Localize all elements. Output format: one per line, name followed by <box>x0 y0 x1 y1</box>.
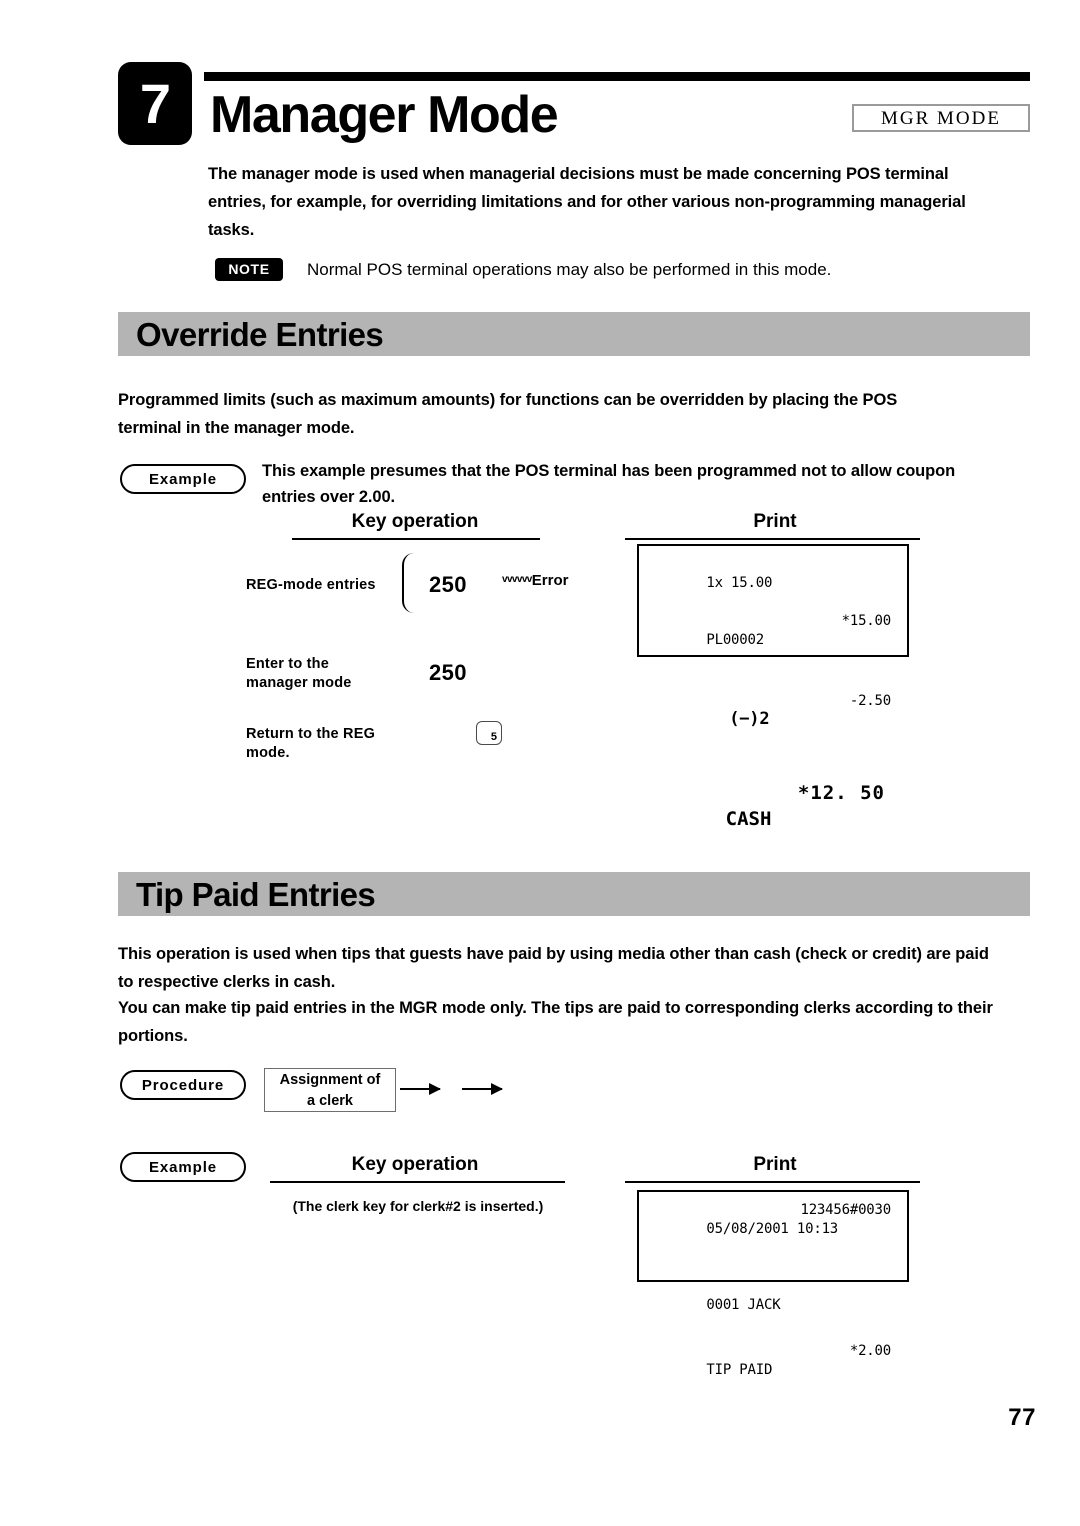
receipt-tip-paid-amount: *2.00 <box>849 1343 891 1359</box>
section-paragraph-tip-b: You can make tip paid entries in the MGR… <box>118 999 993 1045</box>
receipt-coupon-amount: -2.50 <box>849 693 891 709</box>
receipt-coupon-label: (−)2 <box>729 709 770 729</box>
column-header-print: Print <box>753 511 797 532</box>
example-description-override: This example presumes that the POS termi… <box>262 462 956 506</box>
mgr-mode-badge: MGR MODE <box>852 104 1030 132</box>
note-callout: NOTE Normal POS terminal operations may … <box>215 258 1015 284</box>
receipt-cash-label: CASH <box>725 808 772 830</box>
note-text: Normal POS terminal operations may also … <box>307 260 832 279</box>
chapter-number-badge: 7 <box>118 62 192 145</box>
note-tag: NOTE <box>215 258 283 281</box>
key-op-row-label-reg-mode: REG-mode entries <box>246 577 376 593</box>
section-paragraph-override: Programmed limits (such as maximum amoun… <box>118 391 898 437</box>
receipt-qty-text: 1x 15.00 <box>706 575 773 591</box>
page-title: Manager Mode <box>210 86 559 144</box>
arrow-right-icon <box>462 1083 503 1095</box>
receipt-line-datetime: 05/08/2001 10:13 123456#0030 <box>657 1201 891 1277</box>
column-header-key-operation: Key operation <box>351 511 479 532</box>
column-rule-print <box>625 538 920 540</box>
section-paragraph-tip-a: This operation is used when tips that gu… <box>118 945 989 991</box>
buzzer-icon: vvvvvv <box>502 574 532 585</box>
key-op-row-label-enter-manager: Enter to the manager mode <box>246 656 352 691</box>
page-number: 77 <box>1008 1404 1036 1431</box>
procedure-badge: Procedure <box>120 1070 246 1100</box>
example-badge-tip-paid: Example <box>120 1152 246 1182</box>
section-header-override-entries: Override Entries <box>118 312 1030 356</box>
receipt-transaction-id: 123456#0030 <box>800 1202 891 1218</box>
receipt-tip-paid-label: TIP PAID <box>706 1362 773 1378</box>
receipt-clerk: 0001 JACK <box>706 1297 781 1313</box>
chapter-rule <box>204 72 1030 81</box>
receipt-override-entries: 1x 15.00 PL00002 *15.00 (−)2 -2.50 CASH … <box>637 544 909 830</box>
receipt-line-clerk: 0001 JACK <box>657 1277 891 1334</box>
document-page: 7 Manager Mode MGR MODE The manager mode… <box>0 0 1080 1526</box>
intro-paragraph: The manager mode is used when managerial… <box>208 165 966 239</box>
example-badge-override: Example <box>120 464 246 494</box>
column-header-print: Print <box>753 1154 797 1175</box>
receipt-cash-amount: *12. 50 <box>797 782 885 804</box>
error-label: Error <box>531 572 569 589</box>
column-rule-key-operation <box>270 1181 565 1183</box>
error-indicator: vvvvvvError <box>502 572 568 590</box>
brace-bracket <box>402 553 416 613</box>
section-header-tip-paid-entries: Tip Paid Entries <box>118 872 1030 916</box>
receipt-line-cash: CASH *12. 50 <box>657 780 891 884</box>
procedure-step-assignment-of-clerk: Assignment of a clerk <box>264 1068 396 1112</box>
receipt-tip-paid: 05/08/2001 10:13 123456#0030 0001 JACK T… <box>637 1190 909 1378</box>
arrow-right-icon <box>400 1083 441 1095</box>
key-op-row-label-return-reg: Return to the REG mode. <box>246 726 376 761</box>
receipt-plu-label: PL00002 <box>706 632 764 648</box>
chapter-header: 7 Manager Mode MGR MODE <box>118 62 1030 154</box>
receipt-line-coupon: (−)2 -2.50 <box>657 688 891 772</box>
section-title: Tip Paid Entries <box>136 876 376 913</box>
key-op-value-enter-manager: 250 <box>429 660 467 685</box>
receipt-line-qty: 1x 15.00 <box>657 555 891 612</box>
receipt-datetime: 05/08/2001 10:13 <box>706 1221 839 1237</box>
column-header-key-operation: Key operation <box>351 1154 479 1175</box>
section-title: Override Entries <box>136 316 384 353</box>
column-rule-key-operation <box>292 538 540 540</box>
mode-key-5: 5 <box>476 721 502 745</box>
receipt-plu-amount: *15.00 <box>841 613 892 629</box>
receipt-line-tip-paid: TIP PAID *2.00 <box>657 1342 891 1418</box>
key-op-value-reg-mode: 250 <box>429 572 467 597</box>
receipt-spacer <box>657 772 891 780</box>
column-rule-print <box>625 1181 920 1183</box>
clerk-key-note: (The clerk key for clerk#2 is inserted.) <box>292 1198 544 1214</box>
receipt-line-plu: PL00002 *15.00 <box>657 612 891 688</box>
receipt-spacer <box>657 1334 891 1342</box>
